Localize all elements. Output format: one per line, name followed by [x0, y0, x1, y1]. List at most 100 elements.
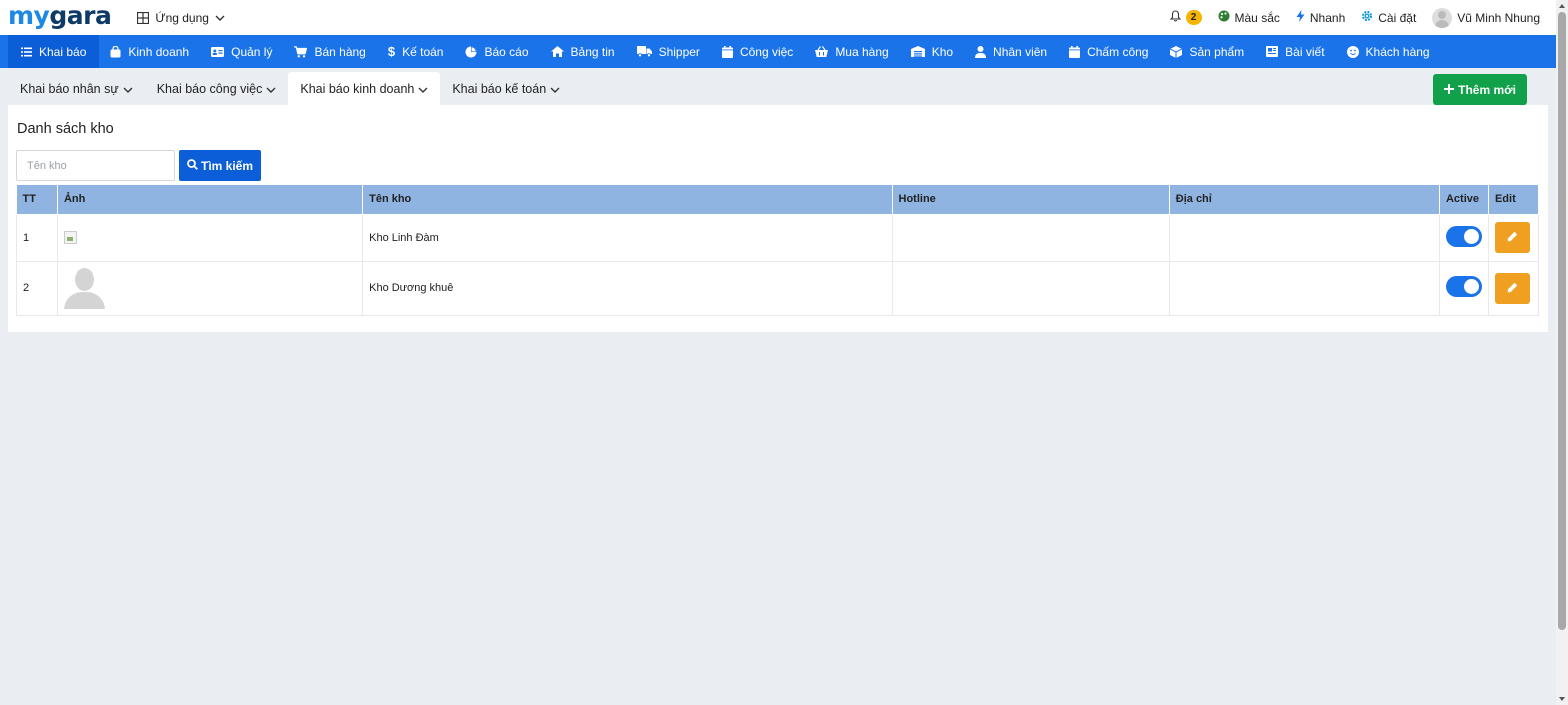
edit-button[interactable]	[1494, 222, 1530, 253]
chevron-down-icon	[123, 82, 133, 96]
nav-label: Bảng tin	[570, 44, 615, 59]
home-icon	[550, 46, 564, 57]
logo-part-2: gara	[49, 0, 112, 30]
list-icon	[21, 47, 32, 57]
chevron-down-icon	[215, 15, 225, 21]
nav-item-ke-toan[interactable]: $ Kế toán	[377, 35, 455, 68]
active-cell	[1438, 260, 1489, 316]
active-toggle[interactable]	[1445, 276, 1482, 297]
nav-label: Khai báo	[39, 44, 87, 59]
nav-item-ban-hang[interactable]: Bán hàng	[283, 35, 376, 68]
palette-icon	[1218, 10, 1230, 25]
add-new-button[interactable]: Thêm mới	[1433, 74, 1527, 105]
search-icon	[187, 158, 198, 173]
nav-label: Báo cáo	[484, 44, 529, 59]
warehouse-hotline	[891, 260, 1170, 316]
dollar-icon: $	[387, 44, 396, 59]
nav-item-san-pham[interactable]: Sản phẩm	[1159, 35, 1255, 68]
search-button[interactable]: Tìm kiếm	[179, 150, 261, 181]
nav-label: Kế toán	[402, 44, 444, 59]
avatar	[1432, 7, 1453, 28]
nav-label: Mua hàng	[835, 44, 889, 59]
nav-item-bai-viet[interactable]: Bài viết	[1255, 35, 1335, 68]
warehouse-table: TT Ảnh Tên kho Hotline Địa chỉ Active Ed…	[16, 185, 1540, 316]
basket-icon	[815, 46, 829, 57]
id-card-icon	[211, 46, 225, 57]
tab-khai-bao-cong-viec[interactable]: Khai báo công việc	[145, 72, 289, 105]
nav-label: Kinh doanh	[128, 44, 190, 59]
row-index: 2	[16, 260, 58, 316]
vertical-scrollbar[interactable]	[1556, 0, 1568, 705]
logo[interactable]: mygara	[8, 0, 112, 31]
column-header-tt[interactable]: TT	[16, 185, 58, 215]
add-new-label: Thêm mới	[1458, 82, 1516, 97]
table-header-row: TT Ảnh Tên kho Hotline Địa chỉ Active Ed…	[16, 185, 1540, 215]
active-toggle[interactable]	[1445, 225, 1482, 247]
settings-label: Cài đặt	[1378, 10, 1417, 25]
tab-khai-bao-nhan-su[interactable]: Khai báo nhân sự	[8, 72, 145, 105]
edit-button[interactable]	[1494, 272, 1530, 304]
notifications-button[interactable]: 2	[1169, 10, 1202, 25]
nav-item-bang-tin[interactable]: Bảng tin	[540, 35, 626, 68]
row-index: 1	[16, 213, 58, 262]
smile-icon	[1346, 45, 1359, 58]
edit-cell	[1487, 260, 1540, 316]
table-row: 2 Kho Dương khuê	[16, 260, 1540, 316]
scrollbar-thumb[interactable]	[1558, 12, 1566, 630]
search-input[interactable]	[16, 150, 175, 181]
nav-item-kinh-doanh[interactable]: Kinh doanh	[99, 35, 200, 68]
tab-label: Khai báo kinh doanh	[300, 81, 415, 96]
nav-item-kho[interactable]: Kho	[900, 35, 964, 68]
edit-cell	[1487, 213, 1540, 262]
warehouse-address	[1168, 260, 1440, 316]
warehouse-name: Kho Linh Đàm	[362, 213, 893, 262]
nav-label: Quản lý	[231, 44, 273, 59]
logo-part-1: my	[8, 0, 50, 30]
column-header-hotline[interactable]: Hotline	[891, 185, 1170, 215]
column-header-address[interactable]: Địa chỉ	[1168, 185, 1440, 215]
nav-label: Kho	[931, 44, 954, 59]
nav-item-cham-cong[interactable]: Chấm công	[1058, 35, 1159, 68]
cart-icon	[294, 45, 308, 58]
column-header-edit[interactable]: Edit	[1487, 185, 1540, 215]
warehouse-hotline	[891, 213, 1170, 262]
bolt-icon	[1296, 10, 1305, 25]
warehouse-name: Kho Dương khuê	[362, 260, 893, 316]
column-header-image[interactable]: Ảnh	[56, 185, 364, 215]
nav-label: Bán hàng	[314, 44, 366, 59]
column-header-name[interactable]: Tên kho	[362, 185, 893, 215]
nav-label: Chấm công	[1087, 44, 1149, 59]
nav-label: Shipper	[658, 44, 700, 59]
nav-item-mua-hang[interactable]: Mua hàng	[804, 35, 899, 68]
chevron-down-icon	[266, 82, 276, 96]
nav-item-nhan-vien[interactable]: Nhân viên	[964, 35, 1058, 68]
nav-item-shipper[interactable]: Shipper	[626, 35, 711, 68]
scroll-up-arrow-icon[interactable]	[1559, 4, 1565, 8]
nav-item-khai-bao[interactable]: Khai báo	[8, 35, 100, 68]
tab-khai-bao-ke-toan[interactable]: Khai báo kế toán	[440, 72, 572, 105]
column-header-active[interactable]: Active	[1438, 185, 1489, 215]
color-button[interactable]: Màu sắc	[1218, 10, 1280, 25]
apps-menu[interactable]: Ứng dụng	[137, 11, 225, 25]
warehouse-list-panel: Danh sách kho Tìm kiếm TT Ảnh Tên kho Ho…	[8, 105, 1548, 332]
main-nav: Khai báo Kinh doanh Quản lý Bán hàng $ K…	[0, 35, 1556, 68]
nav-item-khach-hang[interactable]: Khách hàng	[1336, 35, 1441, 68]
scroll-down-arrow-icon[interactable]	[1559, 697, 1565, 701]
gear-icon	[1361, 10, 1373, 25]
tab-khai-bao-kinh-doanh[interactable]: Khai báo kinh doanh	[288, 72, 441, 105]
nav-item-bao-cao[interactable]: Báo cáo	[454, 35, 539, 68]
user-menu[interactable]: Vũ Minh Nhung	[1432, 7, 1540, 28]
quick-button[interactable]: Nhanh	[1296, 10, 1345, 25]
settings-button[interactable]: Cài đặt	[1361, 10, 1416, 25]
active-cell	[1438, 213, 1489, 262]
user-icon	[975, 45, 987, 58]
apps-label: Ứng dụng	[155, 10, 209, 25]
nav-item-cong-viec[interactable]: Công việc	[711, 35, 804, 68]
tab-label: Khai báo kế toán	[452, 81, 547, 96]
calendar-icon	[721, 45, 733, 58]
nav-item-quan-ly[interactable]: Quản lý	[200, 35, 283, 68]
avatar-placeholder	[63, 267, 105, 309]
shopping-bag-icon	[110, 45, 121, 58]
pencil-icon	[1507, 230, 1518, 245]
tab-label: Khai báo nhân sự	[20, 81, 119, 96]
